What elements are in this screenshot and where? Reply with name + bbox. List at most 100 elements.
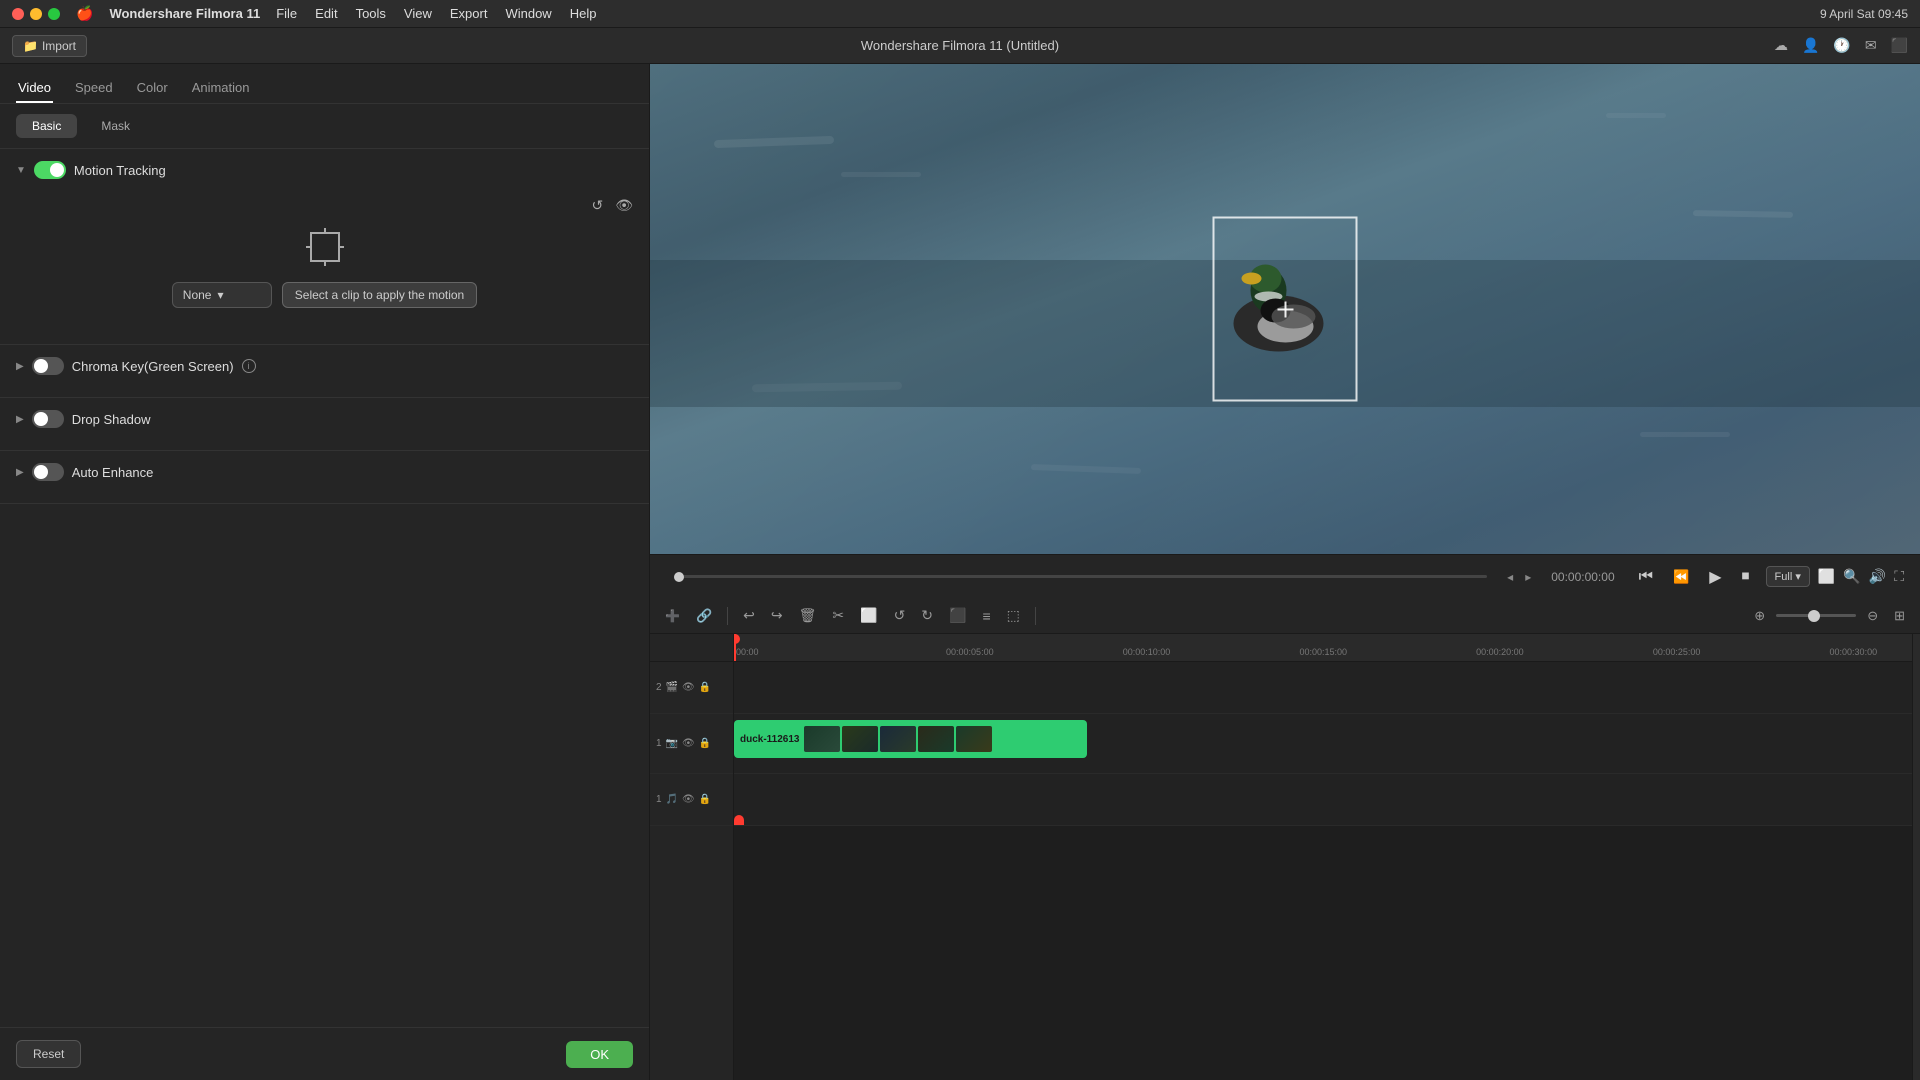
transform-button[interactable]: ⬛: [944, 603, 971, 628]
apple-menu[interactable]: 🍎: [76, 5, 93, 22]
tab-speed[interactable]: Speed: [73, 74, 115, 103]
track-labels: 2 🎬 👁 🔒 1 📷 👁 🔒 1: [650, 634, 734, 1080]
auto-enhance-toggle[interactable]: [32, 463, 64, 481]
rotate-left-button[interactable]: ↺: [889, 603, 911, 628]
menu-file[interactable]: File: [276, 6, 297, 21]
chroma-key-info-icon[interactable]: i: [242, 359, 256, 373]
zoom-out-button[interactable]: ⊖: [1862, 604, 1883, 628]
apply-motion-button[interactable]: Select a clip to apply the motion: [282, 282, 477, 308]
quality-select[interactable]: Full ▾: [1766, 566, 1810, 587]
tab-animation[interactable]: Animation: [190, 74, 252, 103]
zoom-slider[interactable]: [1776, 614, 1856, 617]
track-lock-icon-2[interactable]: 🔒: [699, 682, 711, 693]
step-back-button[interactable]: ⏪: [1669, 565, 1693, 589]
track-number-1: 1: [656, 738, 662, 749]
list-button[interactable]: ≡: [977, 604, 995, 628]
playhead[interactable]: [734, 634, 736, 661]
video-clip[interactable]: duck-112613: [734, 720, 1087, 758]
scroll-indicator[interactable]: [1912, 634, 1920, 1080]
panel-bottom: Reset OK: [0, 1027, 649, 1080]
grid-button[interactable]: ⬚: [1002, 603, 1025, 628]
grid-view-button[interactable]: ⊞: [1889, 604, 1910, 628]
chroma-key-toggle[interactable]: [32, 357, 64, 375]
track-label-1: 1 📷 👁 🔒: [650, 714, 733, 774]
chroma-key-chevron[interactable]: ▶: [16, 361, 24, 372]
preview-controls: ◂ ▸ 00:00:00:00 ⏮ ⏪ ▶ ⏹ Full ▾ ⬜ 🔍 🔊 ⛶: [650, 554, 1920, 598]
reset-button[interactable]: Reset: [16, 1040, 81, 1068]
clip-thumbnails: [804, 726, 992, 752]
cut-button[interactable]: ✂: [827, 603, 849, 628]
refresh-icon[interactable]: ↺: [591, 197, 603, 214]
title-bar: 📁 Import Wondershare Filmora 11 (Untitle…: [0, 28, 1920, 64]
motion-tracking-toggle[interactable]: [34, 161, 66, 179]
play-button[interactable]: ▶: [1705, 563, 1725, 591]
tab-video[interactable]: Video: [16, 74, 53, 103]
track-row-2: [734, 662, 1912, 714]
menu-export[interactable]: Export: [450, 6, 488, 21]
eye-icon[interactable]: 👁: [615, 197, 633, 214]
zoom-in-button[interactable]: ⊕: [1749, 604, 1770, 628]
right-area: ◂ ▸ 00:00:00:00 ⏮ ⏪ ▶ ⏹ Full ▾ ⬜ 🔍 🔊 ⛶: [650, 64, 1920, 1080]
import-button[interactable]: 📁 Import: [12, 35, 87, 57]
menu-tools[interactable]: Tools: [356, 6, 386, 21]
undo-button[interactable]: ↩: [738, 603, 760, 628]
right-seek-icon[interactable]: ▸: [1525, 570, 1531, 584]
datetime-label: 9 April Sat 09:45: [1820, 7, 1908, 21]
close-window-button[interactable]: [12, 8, 24, 20]
account-icon[interactable]: 👤: [1802, 37, 1819, 54]
track-eye-icon-1[interactable]: 👁: [682, 738, 695, 749]
delete-button[interactable]: 🗑: [794, 603, 822, 628]
settings-icon[interactable]: ⬛: [1891, 37, 1908, 54]
stop-button[interactable]: ⏹: [1738, 564, 1754, 590]
redo-button[interactable]: ↪: [766, 603, 788, 628]
ok-button[interactable]: OK: [566, 1041, 633, 1068]
subtab-mask[interactable]: Mask: [85, 114, 146, 138]
clip-selector-row: None ▾ Select a clip to apply the motion: [172, 282, 477, 308]
menu-help[interactable]: Help: [570, 6, 597, 21]
seek-bar[interactable]: [674, 575, 1487, 578]
drop-shadow-title: Drop Shadow: [72, 412, 151, 427]
track-eye-audio[interactable]: 👁: [682, 794, 695, 805]
track-lock-icon-1[interactable]: 🔒: [699, 738, 711, 749]
zoom-preview-icon[interactable]: 🔍: [1843, 568, 1860, 585]
time-mark-5: 00:00:05:00: [946, 647, 994, 657]
rewind-button[interactable]: ⏮: [1635, 564, 1657, 590]
volume-icon[interactable]: 🔊: [1869, 568, 1886, 585]
audio-playhead-marker: [734, 815, 744, 825]
menu-view[interactable]: View: [404, 6, 432, 21]
clip-dropdown[interactable]: None ▾: [172, 282, 272, 308]
menu-window[interactable]: Window: [505, 6, 551, 21]
minimize-window-button[interactable]: [30, 8, 42, 20]
preview-right-controls: Full ▾ ⬜ 🔍 🔊 ⛶: [1766, 566, 1904, 587]
crop-button[interactable]: ⬜: [855, 603, 882, 628]
auto-enhance-chevron[interactable]: ▶: [16, 467, 24, 478]
tab-color[interactable]: Color: [135, 74, 170, 103]
rotate-right-button[interactable]: ↻: [916, 603, 938, 628]
track-label-2: 2 🎬 👁 🔒: [650, 662, 733, 714]
track-lock-audio[interactable]: 🔒: [699, 794, 711, 805]
subtab-basic[interactable]: Basic: [16, 114, 77, 138]
maximize-window-button[interactable]: [48, 8, 60, 20]
left-panel: Video Speed Color Animation Basic Mask ▼…: [0, 64, 650, 1080]
clip-thumb-4: [918, 726, 954, 752]
fullscreen-icon[interactable]: ⛶: [1894, 568, 1904, 585]
menu-edit[interactable]: Edit: [315, 6, 337, 21]
dropdown-chevron-icon: ▾: [217, 288, 223, 302]
track-row-1: duck-112613: [734, 714, 1912, 774]
time-mark-0: 00:00: [736, 647, 759, 657]
add-media-button[interactable]: ➕: [660, 605, 685, 627]
cloud-icon[interactable]: ☁: [1774, 37, 1788, 54]
chroma-key-section: ▶ Chroma Key(Green Screen) i: [0, 345, 649, 398]
preview-area: [650, 64, 1920, 554]
fit-icon[interactable]: ⬜: [1818, 568, 1835, 585]
auto-enhance-title: Auto Enhance: [72, 465, 154, 480]
track-video-icon-2: 🎬: [666, 682, 678, 693]
link-button[interactable]: 🔗: [691, 604, 717, 628]
drop-shadow-chevron[interactable]: ▶: [16, 414, 24, 425]
track-eye-icon-2[interactable]: 👁: [682, 682, 695, 693]
history-icon[interactable]: 🕐: [1833, 37, 1850, 54]
drop-shadow-toggle[interactable]: [32, 410, 64, 428]
notification-icon[interactable]: ✉: [1865, 37, 1877, 54]
motion-tracking-chevron[interactable]: ▼: [16, 165, 26, 176]
left-seek-icon[interactable]: ◂: [1507, 570, 1513, 584]
